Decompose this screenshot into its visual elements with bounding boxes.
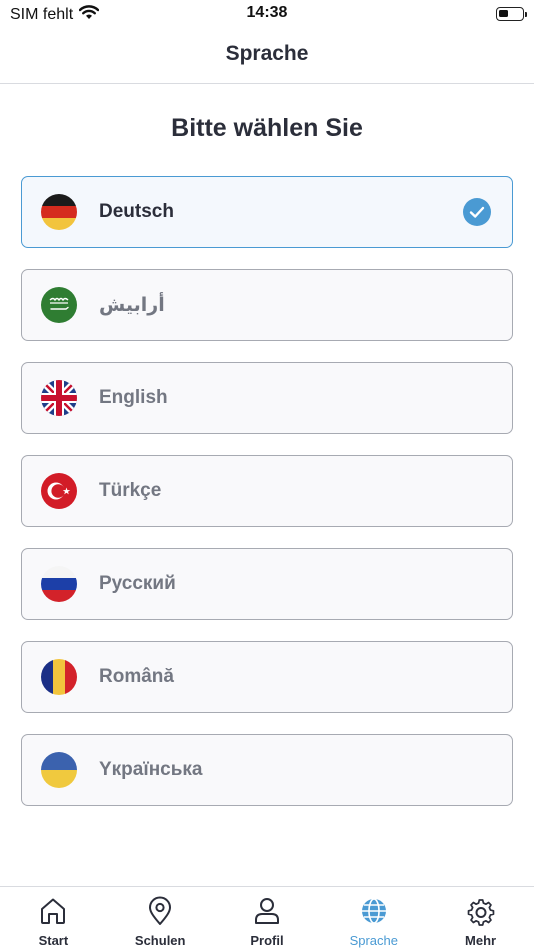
tab-bar: Start Schulen Profil Sprache Mehr — [0, 886, 534, 950]
germany-flag-icon — [41, 194, 77, 230]
language-label: Deutsch — [99, 201, 174, 222]
page-title: Sprache — [225, 42, 309, 65]
language-label: Türkçe — [99, 480, 162, 501]
gear-icon — [465, 895, 497, 927]
tab-label: Schulen — [134, 933, 186, 948]
language-option-russian[interactable]: Русский — [21, 548, 513, 620]
tab-label: Start — [38, 933, 69, 948]
saudi-arabia-flag-icon — [41, 287, 77, 323]
tab-label: Sprache — [349, 933, 398, 948]
status-bar: SIM fehlt 14:38 — [0, 0, 534, 28]
user-icon — [251, 895, 283, 927]
russia-flag-icon — [41, 566, 77, 602]
language-option-ukrainian[interactable]: Yкраїнська — [21, 734, 513, 806]
language-label: Русский — [99, 573, 176, 594]
selection-heading: Bitte wählen Sie — [171, 114, 363, 142]
language-option-turkish[interactable]: Türkçe — [21, 455, 513, 527]
navigation-bar: Sprache — [0, 28, 534, 84]
tab-start[interactable]: Start — [0, 887, 107, 950]
language-label: أرابيش — [99, 295, 165, 316]
tab-mehr[interactable]: Mehr — [427, 887, 534, 950]
ukraine-flag-icon — [41, 752, 77, 788]
status-time: 14:38 — [246, 4, 288, 21]
battery-level — [499, 10, 508, 17]
tab-sprache[interactable]: Sprache — [320, 887, 427, 950]
language-option-romanian[interactable]: Română — [21, 641, 513, 713]
tab-profil[interactable]: Profil — [214, 887, 321, 950]
checkmark-icon — [463, 198, 491, 226]
language-option-english[interactable]: English — [21, 362, 513, 434]
language-label: Română — [99, 666, 174, 687]
romania-flag-icon — [41, 659, 77, 695]
language-list: Deutsch أرابيش English Türkçe Русский Ro… — [21, 176, 513, 827]
language-option-deutsch[interactable]: Deutsch — [21, 176, 513, 248]
language-label: Yкраїнська — [99, 759, 203, 780]
tab-label: Mehr — [465, 933, 497, 948]
language-option-arabic[interactable]: أرابيش — [21, 269, 513, 341]
tab-label: Profil — [250, 933, 284, 948]
language-label: English — [99, 387, 168, 408]
uk-flag-icon — [41, 380, 77, 416]
battery-icon — [496, 7, 527, 21]
home-icon — [37, 895, 69, 927]
globe-icon — [358, 895, 390, 927]
location-pin-icon — [144, 895, 176, 927]
tab-schulen[interactable]: Schulen — [107, 887, 214, 950]
turkey-flag-icon — [41, 473, 77, 509]
